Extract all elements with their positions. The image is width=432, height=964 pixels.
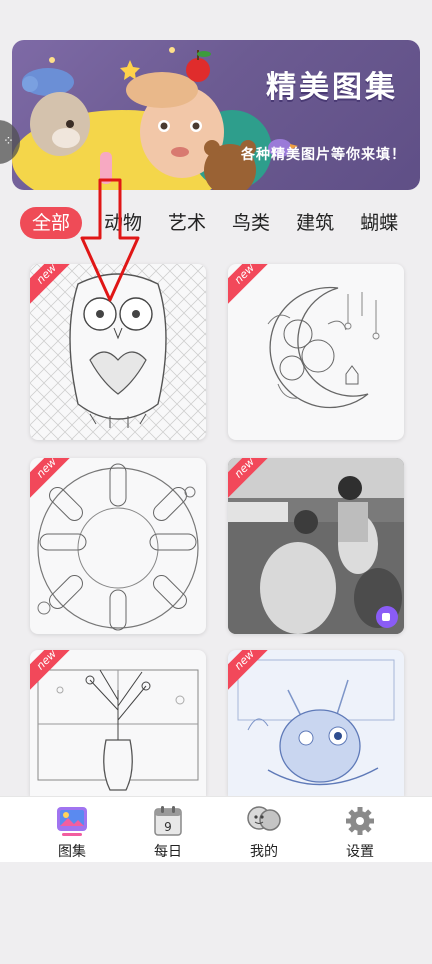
tab-all[interactable]: 全部 — [20, 207, 83, 239]
promo-banner[interactable]: 精美图集 各种精美图片等你来填！ — [12, 40, 420, 190]
tab-butterflies[interactable]: 蝴蝶 — [360, 207, 398, 239]
nav-gallery[interactable]: 图集 — [32, 797, 112, 863]
tab-architecture[interactable]: 建筑 — [296, 207, 334, 239]
cat-lineart — [237, 659, 395, 786]
video-icon[interactable] — [376, 606, 398, 628]
photo-women-image — [228, 458, 404, 634]
nav-gallery-label: 图集 — [58, 844, 86, 860]
ice-cream-lineart — [37, 463, 199, 631]
nav-mine[interactable]: 我的 — [224, 797, 304, 863]
bottom-navigation: 图集 9 每日 我的 设置 — [0, 796, 432, 862]
nav-mine-label: 我的 — [250, 844, 278, 860]
annotation-arrow — [80, 178, 140, 302]
banner-title: 精美图集 — [266, 70, 398, 105]
calendar-day: 9 — [164, 820, 172, 834]
tab-birds[interactable]: 鸟类 — [232, 207, 270, 239]
vase-window-lineart — [37, 669, 199, 791]
artwork-card-vase[interactable]: new — [30, 650, 206, 796]
tab-art[interactable]: 艺术 — [168, 207, 206, 239]
expand-icon: ⁘ — [3, 134, 14, 149]
banner-subtitle: 各种精美图片等你来填！ — [241, 147, 406, 163]
gallery-icon — [57, 807, 87, 836]
artwork-card-photo[interactable]: new — [228, 458, 404, 634]
artwork-card-cat[interactable]: new — [228, 650, 404, 796]
artwork-card-ice-cream[interactable]: new — [30, 458, 206, 634]
nav-settings[interactable]: 设置 — [320, 797, 400, 863]
empty-area — [0, 862, 432, 964]
calendar-icon: 9 — [154, 806, 182, 836]
nav-daily-label: 每日 — [154, 844, 182, 860]
app-screen: 精美图集 各种精美图片等你来填！ ⁘ 全部 动物 艺术 鸟类 建筑 蝴蝶 new… — [0, 0, 432, 964]
nav-settings-label: 设置 — [346, 844, 374, 860]
artwork-card-moon-flowers[interactable]: new — [228, 264, 404, 440]
moon-flowers-lineart — [267, 286, 380, 409]
nav-daily[interactable]: 9 每日 — [128, 797, 208, 863]
profile-icon — [247, 806, 281, 831]
gear-icon — [346, 807, 374, 835]
